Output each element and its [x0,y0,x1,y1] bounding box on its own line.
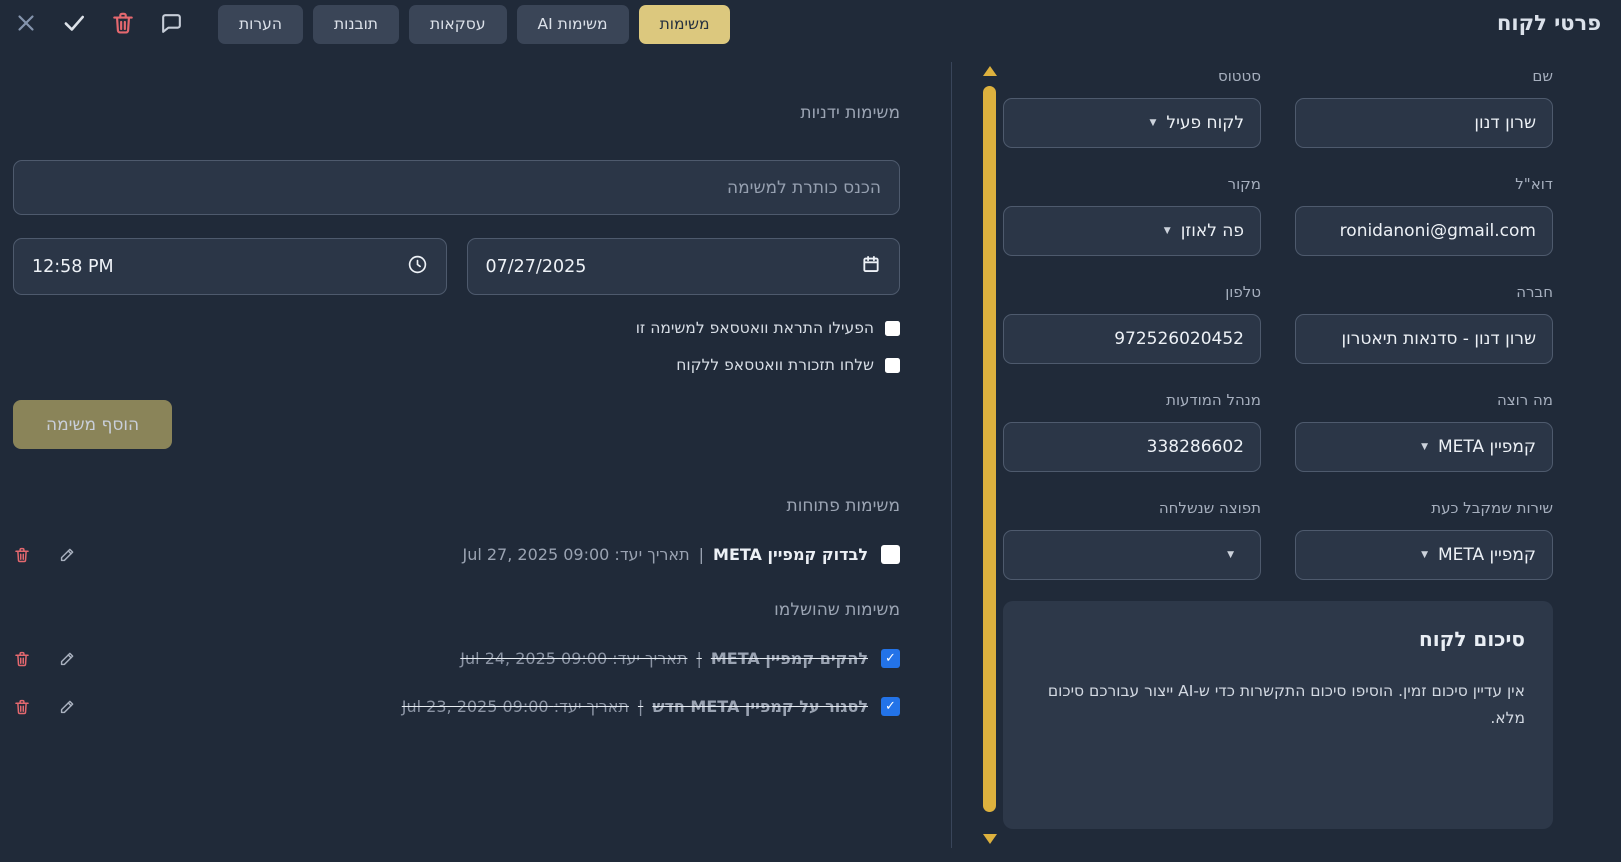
tab-insights[interactable]: תובנות [313,4,399,44]
calendar-icon [861,254,881,279]
summary-text: אין עדיין סיכום זמין. הוסיפו סיכום התקשר… [1047,682,1525,728]
open-tasks-heading: משימות פתוחות [786,496,900,516]
clock-icon [407,254,428,280]
task-text: לסגור על קמפיין META חדש|תאריך יעד: Jul … [401,697,868,716]
task-text: להקים קמפיין META|תאריך יעד: Jul 24, 202… [460,649,868,668]
name-input[interactable]: שרון דנון [1295,98,1553,148]
current-service-select[interactable]: קמפיין META ▼ [1295,530,1553,580]
task-row: ✓ להקים קמפיין META|תאריך יעד: Jul 24, 2… [13,649,900,668]
email-input[interactable]: ronidanoni@gmail.com [1295,206,1553,256]
comment-icon[interactable] [159,11,184,36]
field-status: סטטוס לקוח פעיל ▼ [1003,67,1261,148]
scroll-down-arrow-icon[interactable] [983,834,997,844]
task-title-input[interactable] [13,160,900,215]
edit-pencil-icon[interactable] [58,545,77,564]
delete-trash-icon[interactable] [13,650,31,668]
phone-label: טלפון [1225,283,1261,301]
customer-summary-card: סיכום לקוח אין עדיין סיכום זמין. הוסיפו … [1003,601,1553,829]
tasks-panel: משימות ידניות 07/27/2025 12:58 PM הפ [13,46,900,716]
field-email: דוא"ל ronidanoni@gmail.com [1295,175,1553,256]
field-phone: טלפון 972526020452 [1003,283,1261,364]
whatsapp-reminder-checkbox[interactable] [885,357,900,373]
chevron-down-icon: ▼ [1421,550,1429,560]
distribution-sent-label: תפוצה שנשלחה [1158,499,1261,517]
goal-select[interactable]: קמפיין META ▼ [1295,422,1553,472]
field-current-service: שירות שמקבל כעת קמפיין META ▼ [1295,499,1553,580]
header: פרטי לקוח משימות משימות AI עסקאות תובנות… [0,0,1621,46]
customer-details-panel: שם שרון דנון סטטוס לקוח פעיל ▼ דוא"ל ron… [1003,46,1553,829]
close-icon[interactable] [14,11,38,35]
field-company: חברה שרון דנון - סדנאות תיאטרון [1295,283,1553,364]
field-distribution-sent: תפוצה שנשלחה ▼ [1003,499,1261,580]
whatsapp-alert-row: הפעילו התראת וואטסאפ למשימה זו [13,319,900,337]
delete-trash-icon[interactable] [13,698,31,716]
details-scrollbar [982,64,998,846]
task-row: לבדוק קמפיין META|תאריך יעד: Jul 27, 202… [13,545,900,564]
company-input[interactable]: שרון דנון - סדנאות תיאטרון [1295,314,1553,364]
tab-tasks[interactable]: משימות [638,4,731,44]
page-title: פרטי לקוח [1496,11,1601,35]
status-select[interactable]: לקוח פעיל ▼ [1003,98,1261,148]
scroll-up-arrow-icon[interactable] [983,66,997,76]
field-goal: מה רוצה קמפיין META ▼ [1295,391,1553,472]
summary-title: סיכום לקוח [1419,627,1525,651]
trash-icon[interactable] [110,10,136,36]
chevron-down-icon: ▼ [1149,118,1157,128]
email-label: דוא"ל [1515,175,1553,193]
task-checkbox-checked[interactable]: ✓ [881,649,900,668]
edit-pencil-icon[interactable] [58,697,77,716]
field-name: שם שרון דנון [1295,67,1553,148]
field-source: מקור פה לאוזן ▼ [1003,175,1261,256]
chevron-down-icon: ▼ [1163,226,1171,236]
task-text: לבדוק קמפיין META|תאריך יעד: Jul 27, 202… [462,545,868,564]
status-label: סטטוס [1217,67,1261,85]
source-label: מקור [1227,175,1261,193]
confirm-check-icon[interactable] [61,10,87,36]
task-row: ✓ לסגור על קמפיין META חדש|תאריך יעד: Ju… [13,697,900,716]
delete-trash-icon[interactable] [13,546,31,564]
company-label: חברה [1516,283,1553,301]
due-date-input[interactable]: 07/27/2025 [466,238,900,295]
field-ads-manager: מנהל המודעות 338286602 [1003,391,1261,472]
tab-bar: משימות משימות AI עסקאות תובנות הערות [218,3,731,44]
source-select[interactable]: פה לאוזן ▼ [1003,206,1261,256]
ads-manager-label: מנהל המודעות [1166,391,1261,409]
whatsapp-alert-label: הפעילו התראת וואטסאפ למשימה זו [635,319,874,337]
tab-ai-tasks[interactable]: משימות AI [516,4,629,44]
ads-manager-input[interactable]: 338286602 [1003,422,1261,472]
due-time-input[interactable]: 12:58 PM [13,238,447,295]
completed-tasks-heading: משימות שהושלמו [774,600,900,620]
task-checkbox[interactable] [881,545,900,564]
tab-deals[interactable]: עסקאות [409,4,507,44]
whatsapp-alert-checkbox[interactable] [885,320,900,336]
edit-pencil-icon[interactable] [58,649,77,668]
current-service-label: שירות שמקבל כעת [1431,499,1553,517]
goal-label: מה רוצה [1496,391,1553,409]
phone-input[interactable]: 972526020452 [1003,314,1261,364]
tab-notes[interactable]: הערות [218,4,303,44]
chevron-down-icon: ▼ [1227,550,1234,560]
panel-divider [951,62,952,848]
chevron-down-icon: ▼ [1421,442,1429,452]
task-checkbox-checked[interactable]: ✓ [881,697,900,716]
manual-tasks-heading: משימות ידניות [800,103,900,123]
name-label: שם [1532,67,1553,85]
scrollbar-thumb[interactable] [983,86,996,812]
add-task-button[interactable]: הוסף משימה [13,400,173,449]
header-actions [14,10,184,36]
whatsapp-reminder-row: שלחו תזכורת וואטסאפ ללקוח [13,356,900,374]
whatsapp-reminder-label: שלחו תזכורת וואטסאפ ללקוח [676,356,874,374]
distribution-sent-select[interactable]: ▼ [1003,530,1261,580]
